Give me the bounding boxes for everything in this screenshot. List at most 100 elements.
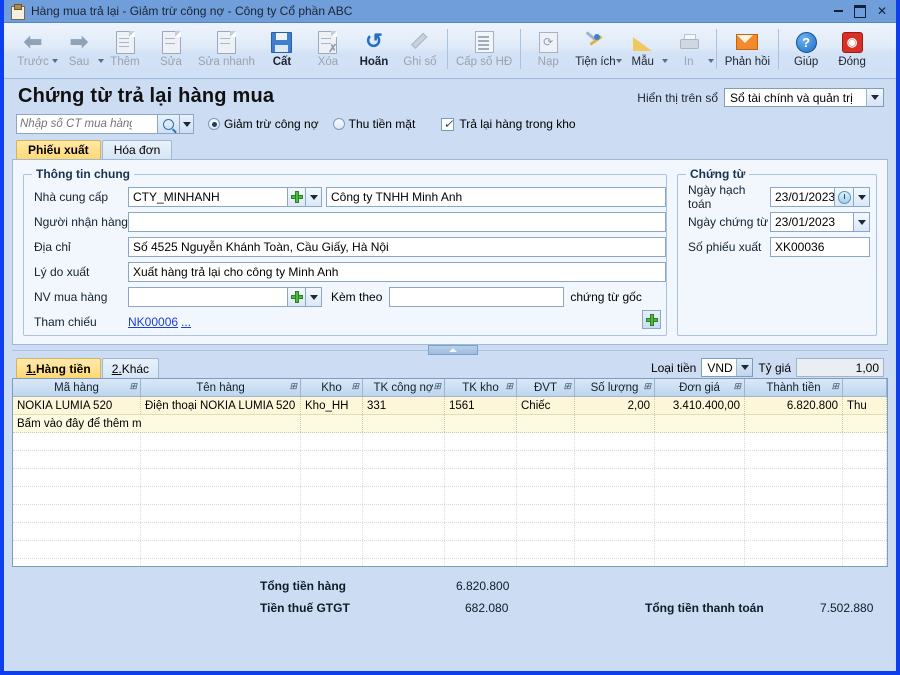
cell-tk-kho[interactable]: 1561 [445,397,517,414]
tab-phieu-xuat[interactable]: Phiếu xuất [16,140,101,159]
splitter-collapse-handle[interactable] [428,345,478,355]
toolbar-button-sua-nhanh[interactable]: Sửa nhanh [194,25,259,77]
add-purchaser-button[interactable] [288,287,306,307]
export-voucher-number-input[interactable]: XK00036 [770,237,870,257]
table-row[interactable] [13,559,887,566]
toolbar-button-cap-so-hd[interactable]: Cấp số HĐ [452,25,516,77]
filter-icon[interactable]: ⊞ [831,382,839,391]
chevron-down-icon[interactable] [866,89,883,106]
grid-column-header-ten-hang[interactable]: Tên hàng ⊞ [141,379,301,396]
toolbar-button-mau[interactable]: Mẫu [620,25,668,77]
cell-ma-hang[interactable]: NOKIA LUMIA 520 [13,397,141,414]
supplier-name-input[interactable]: Công ty TNHH Minh Anh [326,187,666,207]
cell-dvt[interactable]: Chiếc [517,397,575,414]
toolbar-button-cat[interactable]: Cất [259,25,305,77]
filter-icon[interactable]: ⊞ [433,382,441,391]
grid-column-header-kho[interactable]: Kho ⊞ [301,379,363,396]
maximize-button[interactable] [850,2,870,20]
grid-column-header-dvt[interactable]: ĐVT ⊞ [517,379,575,396]
grid-column-header-don-gia[interactable]: Đơn giá ⊞ [655,379,745,396]
close-window-button[interactable]: ✕ [872,2,892,20]
toolbar-button-giup[interactable]: ? Giúp [783,25,829,77]
cell-ten-hang[interactable]: Điện thoại NOKIA LUMIA 520 [141,397,301,414]
posting-date-input[interactable]: 23/01/2023 [770,187,835,207]
table-row[interactable] [13,505,887,523]
grid-column-header-tk-cong-no[interactable]: TK công nợ ⊞ [363,379,445,396]
purchaser-dropdown-button[interactable] [306,287,322,307]
toolbar-button-xoa[interactable]: ✗ Xóa [305,25,351,77]
table-row[interactable] [13,469,887,487]
add-supplier-button[interactable] [288,187,306,207]
pin-icon[interactable]: ⊞ [129,382,137,391]
detail-tab-khac[interactable]: 2. Khác [101,358,160,378]
table-row[interactable] [13,451,887,469]
purchase-voucher-search-box[interactable] [16,114,158,134]
grid-column-header-overflow[interactable] [843,379,887,396]
filter-icon[interactable]: ⊞ [563,382,571,391]
toolbar-button-in[interactable]: In [666,25,714,77]
filter-icon[interactable]: ⊞ [505,382,513,391]
cell-overflow[interactable]: Thu [843,397,887,414]
table-row[interactable] [13,433,887,451]
toolbar-button-truoc[interactable]: ⬅ Trước [10,25,58,77]
posting-date-clock-button[interactable] [835,187,854,207]
search-input[interactable] [17,115,135,133]
cell-tk-cong-no[interactable]: 331 [363,397,445,414]
toolbar-button-dong[interactable]: ◉ Đóng [829,25,875,77]
detail-tab-hang-tien[interactable]: 1. Hàng tiền [16,358,101,378]
supplier-code-input[interactable]: CTY_MINHANH [128,187,288,207]
table-row[interactable] [13,541,887,559]
grid-column-header-tk-kho[interactable]: TK kho ⊞ [445,379,517,396]
exchange-rate-input[interactable]: 1,00 [796,358,884,377]
chevron-down-icon[interactable] [707,59,714,63]
address-input[interactable]: Số 4525 Nguyễn Khánh Toàn, Cầu Giấy, Hà … [128,237,666,257]
toolbar-button-ghi-so[interactable]: Ghi sổ [397,25,443,77]
reference-link[interactable]: NK00006 [128,315,178,329]
radio-giam-tru-cong-no[interactable]: Giảm trừ công nợ [208,117,319,131]
chevron-down-icon[interactable] [736,359,753,376]
cell-don-gia[interactable]: 3.410.400,00 [655,397,745,414]
toolbar-button-phan-hoi[interactable]: Phản hồi [721,25,774,77]
checkbox-tra-lai-hang-trong-kho[interactable]: ✓ Trả lại hàng trong kho [441,117,576,131]
radio-thu-tien-mat[interactable]: Thu tiền mặt [332,117,415,131]
table-row[interactable] [13,487,887,505]
currency-select[interactable]: VND [701,358,754,377]
toolbar-button-nap[interactable]: ⟳ Nạp [525,25,571,77]
minimize-button[interactable] [828,2,848,20]
add-new-row[interactable]: Bấm vào đây để thêm mới [13,415,887,433]
attachment-count-input[interactable] [389,287,565,307]
toolbar-button-tien-ich[interactable]: Tiện ích [571,25,622,77]
grid-column-header-thanh-tien[interactable]: Thành tiền ⊞ [745,379,843,396]
table-row[interactable] [13,523,887,541]
cell-so-luong[interactable]: 2,00 [575,397,655,414]
toolbar-button-sau[interactable]: ➡ Sau [56,25,104,77]
voucher-date-dropdown-button[interactable] [854,212,870,232]
filter-icon[interactable]: ⊞ [733,382,741,391]
cell-kho[interactable]: Kho_HH [301,397,363,414]
grid-column-header-ma-hang[interactable]: Mã hàng ⊞ [13,379,141,396]
table-row[interactable]: NOKIA LUMIA 520 Điện thoại NOKIA LUMIA 5… [13,397,887,415]
filter-icon[interactable]: ⊞ [289,382,297,391]
cell-thanh-tien[interactable]: 6.820.800 [745,397,843,414]
reference-more-link[interactable]: ... [181,315,191,329]
toolbar-button-them[interactable]: Thêm [102,25,148,77]
add-new-row-hint[interactable]: Bấm vào đây để thêm mới [13,415,141,432]
purchaser-input[interactable] [128,287,288,307]
voucher-date-input[interactable]: 23/01/2023 [770,212,854,232]
panel-splitter[interactable] [4,345,896,357]
add-reference-button[interactable] [642,310,661,329]
toolbar-button-hoan[interactable]: ↺ Hoãn [351,25,397,77]
grid-column-header-so-luong[interactable]: Số lượng ⊞ [575,379,655,396]
display-on-book-select[interactable]: Sổ tài chính và quản trị [724,88,884,107]
receiver-input[interactable] [128,212,666,232]
toolbar-button-sua[interactable]: Sửa [148,25,194,77]
filter-icon[interactable]: ⊞ [351,382,359,391]
tab-hoa-don[interactable]: Hóa đơn [101,140,173,159]
filter-icon[interactable]: ⊞ [643,382,651,391]
currency-value: VND [707,360,733,375]
posting-date-dropdown-button[interactable] [854,187,870,207]
supplier-dropdown-button[interactable] [306,187,322,207]
search-dropdown-button[interactable] [180,114,194,134]
search-button[interactable] [158,114,180,134]
reason-input[interactable]: Xuất hàng trả lại cho công ty Minh Anh [128,262,666,282]
